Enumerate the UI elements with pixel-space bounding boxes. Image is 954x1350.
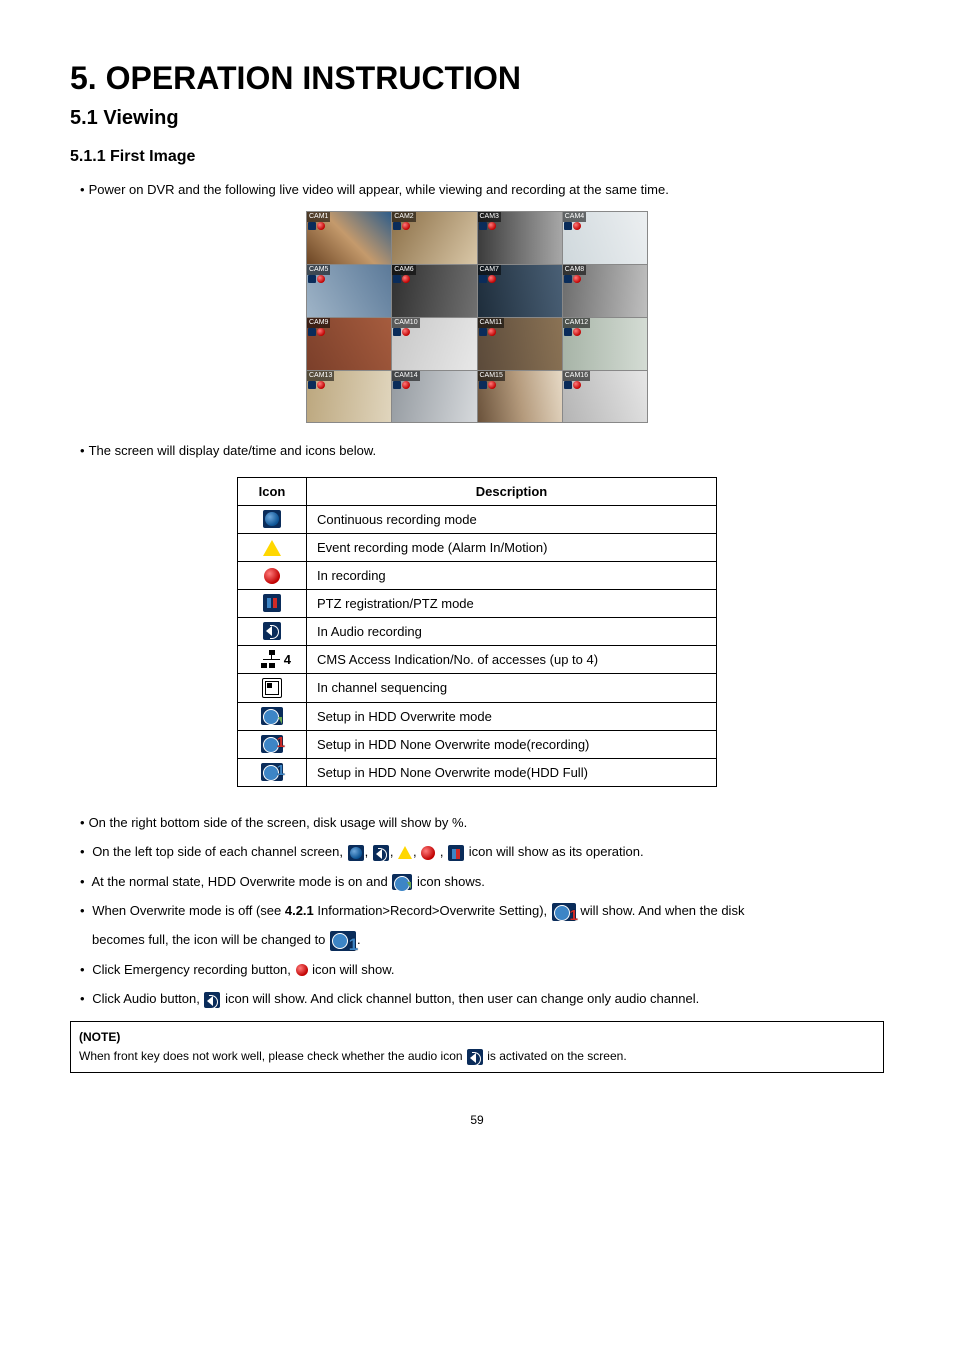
- cms-network-icon: 4: [261, 650, 283, 668]
- ptz-icon: [263, 594, 281, 612]
- alarm-triangle-icon: [263, 540, 281, 556]
- hdd-none-overwrite-full-icon: 1: [261, 763, 283, 781]
- desc-hdd-overwrite: Setup in HDD Overwrite mode: [307, 702, 717, 730]
- desc-event-recording: Event recording mode (Alarm In/Motion): [307, 533, 717, 561]
- intro-bullet: Power on DVR and the following live vide…: [80, 178, 884, 201]
- ptz-icon: [448, 845, 464, 861]
- hdd-overwrite-icon: [261, 707, 283, 725]
- record-dot-icon: [296, 964, 308, 976]
- record-dot-icon: [264, 568, 280, 584]
- hdd-none-overwrite-rec-icon: 1: [552, 903, 576, 921]
- desc-sequencing: In channel sequencing: [307, 673, 717, 702]
- desc-hdd-none-overwrite-full: Setup in HDD None Overwrite mode(HDD Ful…: [307, 758, 717, 786]
- th-description: Description: [307, 477, 717, 505]
- clock-icon: [263, 510, 281, 528]
- hdd-overwrite-icon: [392, 874, 412, 890]
- bullet-audio: Click Audio button, icon will show. And …: [80, 987, 884, 1010]
- section-heading: 5.1 Viewing: [70, 107, 884, 130]
- desc-cms-access: CMS Access Indication/No. of accesses (u…: [307, 645, 717, 673]
- page-heading: 5. OPERATION INSTRUCTION: [70, 60, 884, 97]
- audio-icon: [204, 992, 220, 1008]
- note-title: (NOTE): [79, 1028, 875, 1047]
- th-icon: Icon: [238, 477, 307, 505]
- clock-icon: [348, 845, 364, 861]
- desc-hdd-none-overwrite-rec: Setup in HDD None Overwrite mode(recordi…: [307, 730, 717, 758]
- audio-icon: [373, 845, 389, 861]
- note-box: (NOTE) When front key does not work well…: [70, 1021, 884, 1073]
- sequence-icon: [262, 678, 282, 698]
- hdd-none-overwrite-rec-icon: 1: [261, 735, 283, 753]
- audio-icon: [263, 622, 281, 640]
- bullet-overwrite-off-cont: becomes full, the icon will be changed t…: [92, 928, 884, 951]
- desc-ptz: PTZ registration/PTZ mode: [307, 589, 717, 617]
- bullet-overwrite-off: When Overwrite mode is off (see 4.2.1 In…: [80, 899, 884, 922]
- desc-audio-recording: In Audio recording: [307, 617, 717, 645]
- bullet-disk-usage: On the right bottom side of the screen, …: [80, 811, 884, 834]
- hdd-none-overwrite-full-icon: 1: [330, 931, 356, 951]
- desc-in-recording: In recording: [307, 561, 717, 589]
- bullet-emergency: Click Emergency recording button, icon w…: [80, 958, 884, 981]
- bullet-channel-icons: On the left top side of each channel scr…: [80, 840, 884, 863]
- icon-description-table: Icon Description Continuous recording mo…: [237, 477, 717, 787]
- subsection-heading: 5.1.1 First Image: [70, 148, 884, 166]
- page-number: 59: [70, 1113, 884, 1127]
- note-body: When front key does not work well, pleas…: [79, 1047, 875, 1066]
- screen-bullet: The screen will display date/time and ic…: [80, 439, 884, 462]
- audio-icon: [467, 1049, 483, 1065]
- bullet-normal-state: At the normal state, HDD Overwrite mode …: [80, 870, 884, 893]
- alarm-triangle-icon: [398, 846, 412, 859]
- dvr-multiview-grid: CAM1 CAM2 CAM3 CAM4 CAM5 CAM6 CAM7 CAM8 …: [306, 211, 648, 423]
- desc-continuous-recording: Continuous recording mode: [307, 505, 717, 533]
- record-dot-icon: [421, 846, 435, 860]
